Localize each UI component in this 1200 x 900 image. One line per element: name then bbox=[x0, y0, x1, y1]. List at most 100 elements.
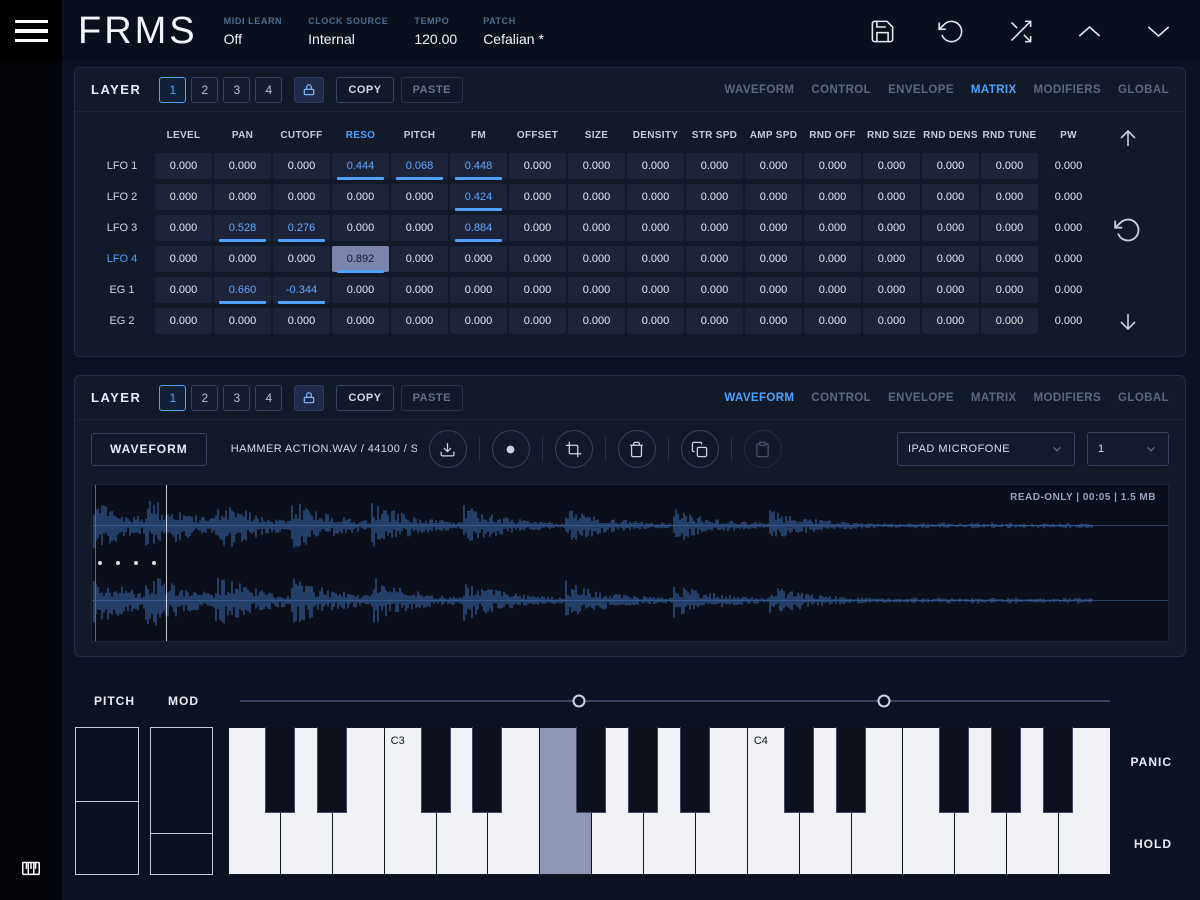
arrow-down-icon[interactable] bbox=[1116, 310, 1140, 334]
matrix-cell[interactable]: 0.000 bbox=[509, 308, 566, 334]
matrix-cell[interactable]: 0.000 bbox=[1040, 215, 1097, 241]
menu-button[interactable] bbox=[0, 0, 62, 62]
matrix-cell[interactable]: 0.000 bbox=[981, 153, 1038, 179]
record-icon[interactable] bbox=[492, 430, 530, 468]
midi-learn-value[interactable]: Off bbox=[224, 31, 283, 47]
matrix-cell[interactable]: -0.344 bbox=[273, 277, 330, 303]
matrix-cell[interactable]: 0.000 bbox=[332, 184, 389, 210]
matrix-cell[interactable]: 0.000 bbox=[1040, 153, 1097, 179]
lock-button[interactable] bbox=[294, 385, 324, 411]
channel-select[interactable]: 1 bbox=[1087, 432, 1169, 466]
crop-icon[interactable] bbox=[555, 430, 593, 468]
panic-button[interactable]: PANIC bbox=[1131, 755, 1172, 769]
matrix-cell[interactable]: 0.000 bbox=[332, 277, 389, 303]
matrix-cell[interactable]: 0.000 bbox=[922, 308, 979, 334]
matrix-cell[interactable]: 0.528 bbox=[214, 215, 271, 241]
layer-button-3[interactable]: 3 bbox=[223, 77, 250, 103]
matrix-cell[interactable]: 0.000 bbox=[627, 308, 684, 334]
matrix-cell[interactable]: 0.000 bbox=[804, 215, 861, 241]
patch-value[interactable]: Cefalian * bbox=[483, 31, 544, 47]
matrix-cell[interactable]: 0.000 bbox=[568, 277, 625, 303]
matrix-cell[interactable]: 0.000 bbox=[863, 184, 920, 210]
matrix-cell[interactable]: 0.000 bbox=[863, 277, 920, 303]
matrix-cell[interactable]: 0.000 bbox=[981, 308, 1038, 334]
matrix-cell[interactable]: 0.000 bbox=[981, 184, 1038, 210]
matrix-cell[interactable]: 0.000 bbox=[804, 277, 861, 303]
matrix-cell[interactable]: 0.000 bbox=[155, 277, 212, 303]
scroll-handle-right[interactable] bbox=[877, 695, 890, 708]
arrow-up-icon[interactable] bbox=[1116, 126, 1140, 150]
matrix-cell[interactable]: 0.000 bbox=[863, 153, 920, 179]
matrix-cell[interactable]: 0.000 bbox=[450, 246, 507, 272]
matrix-cell[interactable]: 0.000 bbox=[863, 246, 920, 272]
matrix-cell[interactable]: 0.884 bbox=[450, 215, 507, 241]
matrix-cell[interactable]: 0.000 bbox=[686, 246, 743, 272]
chevron-up-icon[interactable] bbox=[1076, 18, 1103, 45]
matrix-cell[interactable]: 0.000 bbox=[627, 246, 684, 272]
matrix-cell[interactable]: 0.000 bbox=[214, 153, 271, 179]
matrix-cell[interactable]: 0.000 bbox=[391, 215, 448, 241]
layer-button-2[interactable]: 2 bbox=[191, 385, 218, 411]
undo-icon[interactable] bbox=[938, 18, 965, 45]
black-key-d3-sharp[interactable] bbox=[472, 727, 502, 813]
matrix-cell[interactable]: 0.000 bbox=[745, 153, 802, 179]
tab-global[interactable]: GLOBAL bbox=[1118, 84, 1169, 96]
matrix-cell[interactable]: 0.000 bbox=[981, 246, 1038, 272]
matrix-cell[interactable]: 0.000 bbox=[155, 215, 212, 241]
matrix-cell[interactable]: 0.000 bbox=[155, 308, 212, 334]
black-key-g4-sharp[interactable] bbox=[991, 727, 1021, 813]
matrix-cell[interactable]: 0.000 bbox=[509, 277, 566, 303]
tab-modifiers[interactable]: MODIFIERS bbox=[1034, 84, 1102, 96]
pitch-wheel[interactable] bbox=[75, 727, 139, 875]
keyboard-toggle-icon[interactable] bbox=[20, 857, 42, 884]
matrix-cell[interactable]: 0.000 bbox=[568, 308, 625, 334]
black-key-c3-sharp[interactable] bbox=[421, 727, 451, 813]
trash-icon[interactable] bbox=[618, 430, 656, 468]
matrix-cell[interactable]: 0.000 bbox=[627, 184, 684, 210]
matrix-cell[interactable]: 0.000 bbox=[391, 308, 448, 334]
black-key-c4-sharp[interactable] bbox=[784, 727, 814, 813]
keyboard[interactable]: C3C4 bbox=[228, 727, 1110, 875]
input-source-select[interactable]: IPAD MICROFONE bbox=[897, 432, 1075, 466]
black-key-a4-sharp[interactable] bbox=[1043, 727, 1073, 813]
matrix-cell[interactable]: 0.000 bbox=[745, 308, 802, 334]
waveform-display[interactable]: READ-ONLY | 00:05 | 1.5 MB bbox=[91, 484, 1169, 642]
matrix-cell[interactable]: 0.000 bbox=[332, 215, 389, 241]
matrix-cell[interactable]: 0.000 bbox=[214, 184, 271, 210]
matrix-cell[interactable]: 0.000 bbox=[509, 184, 566, 210]
matrix-cell[interactable]: 0.000 bbox=[804, 153, 861, 179]
matrix-cell[interactable]: 0.000 bbox=[686, 215, 743, 241]
matrix-cell[interactable]: 0.000 bbox=[568, 153, 625, 179]
matrix-cell[interactable]: 0.000 bbox=[450, 308, 507, 334]
undo-icon[interactable] bbox=[1114, 216, 1142, 244]
paste-icon[interactable] bbox=[744, 430, 782, 468]
layer-button-3[interactable]: 3 bbox=[223, 385, 250, 411]
layer-button-4[interactable]: 4 bbox=[255, 385, 282, 411]
shuffle-icon[interactable] bbox=[1007, 18, 1034, 45]
matrix-cell[interactable]: 0.000 bbox=[981, 277, 1038, 303]
matrix-cell[interactable]: 0.000 bbox=[745, 215, 802, 241]
matrix-cell[interactable]: 0.000 bbox=[568, 246, 625, 272]
copy-button[interactable]: COPY bbox=[336, 77, 393, 103]
paste-button[interactable]: PASTE bbox=[401, 385, 463, 411]
matrix-cell[interactable]: 0.000 bbox=[1040, 277, 1097, 303]
matrix-cell[interactable]: 0.000 bbox=[863, 308, 920, 334]
tab-control[interactable]: CONTROL bbox=[811, 392, 871, 404]
save-icon[interactable] bbox=[869, 18, 896, 45]
matrix-cell[interactable]: 0.000 bbox=[450, 277, 507, 303]
tab-control[interactable]: CONTROL bbox=[811, 84, 871, 96]
matrix-cell[interactable]: 0.000 bbox=[922, 277, 979, 303]
black-key-f3-sharp[interactable] bbox=[576, 727, 606, 813]
matrix-cell[interactable]: 0.000 bbox=[981, 215, 1038, 241]
keyboard-scroll-track[interactable] bbox=[240, 700, 1110, 702]
matrix-cell[interactable]: 0.000 bbox=[863, 215, 920, 241]
matrix-cell[interactable]: 0.000 bbox=[627, 277, 684, 303]
tab-envelope[interactable]: ENVELOPE bbox=[888, 84, 954, 96]
matrix-cell[interactable]: 0.000 bbox=[804, 246, 861, 272]
matrix-cell[interactable]: 0.000 bbox=[509, 215, 566, 241]
matrix-cell[interactable]: 0.424 bbox=[450, 184, 507, 210]
matrix-cell[interactable]: 0.068 bbox=[391, 153, 448, 179]
matrix-cell[interactable]: 0.000 bbox=[509, 153, 566, 179]
matrix-cell[interactable]: 0.000 bbox=[391, 184, 448, 210]
matrix-cell[interactable]: 0.000 bbox=[568, 215, 625, 241]
